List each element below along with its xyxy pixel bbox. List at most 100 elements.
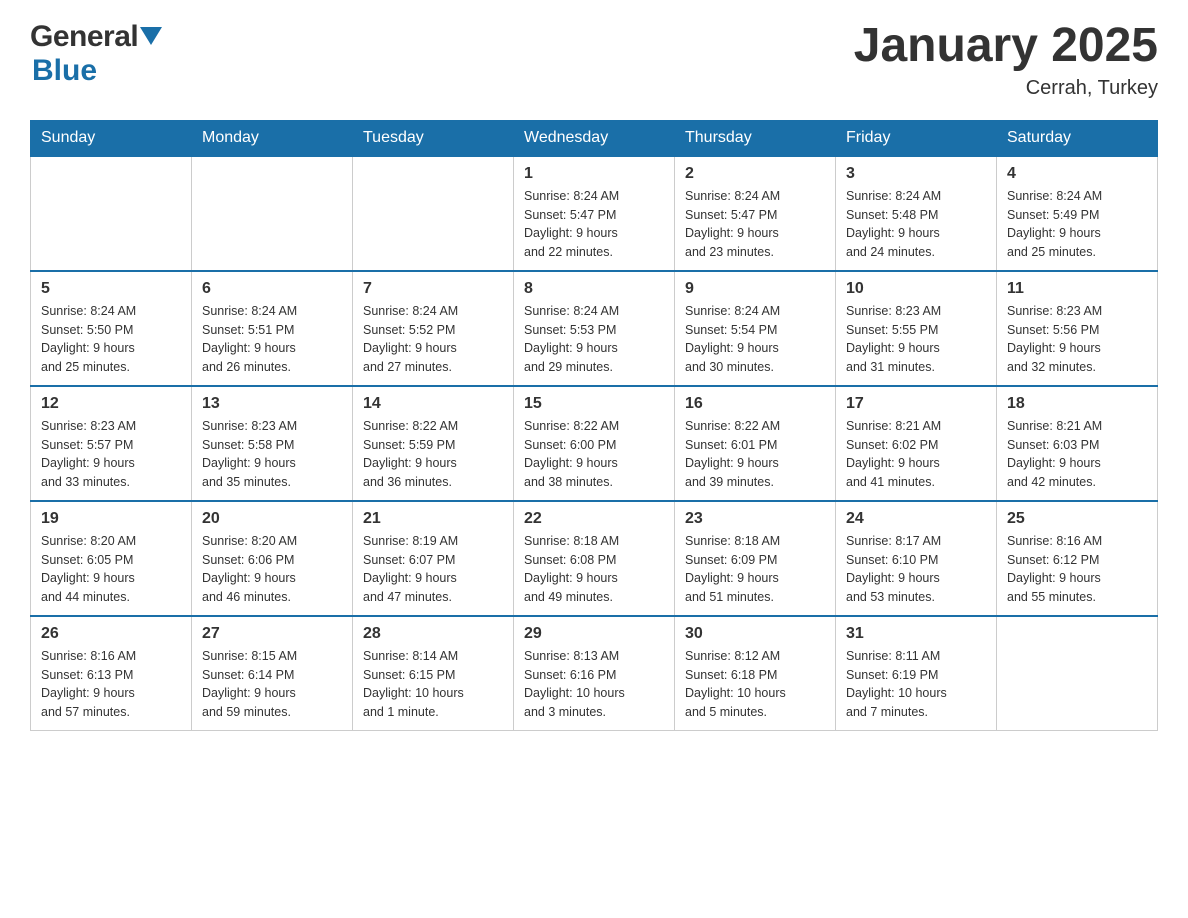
week-row-1: 1 Sunrise: 8:24 AM Sunset: 5:47 PM Daylig… [31, 156, 1158, 271]
column-header-saturday: Saturday [997, 120, 1158, 156]
day-info: Sunrise: 8:21 AM Sunset: 6:02 PM Dayligh… [846, 417, 986, 492]
calendar-cell: 28 Sunrise: 8:14 AM Sunset: 6:15 PM Dayli… [353, 616, 514, 731]
day-info: Sunrise: 8:22 AM Sunset: 6:01 PM Dayligh… [685, 417, 825, 492]
calendar-cell: 25Sunrise: 8:16 AM Sunset: 6:12 PM Dayli… [997, 501, 1158, 616]
day-number: 17 [846, 395, 986, 413]
day-number: 3 [846, 165, 986, 183]
calendar-header-row: SundayMondayTuesdayWednesdayThursdayFrid… [31, 120, 1158, 156]
calendar-title: January 2025 [854, 20, 1158, 73]
day-info: Sunrise: 8:16 AM Sunset: 6:12 PM Dayligh… [1007, 532, 1147, 607]
day-info: Sunrise: 8:11 AM Sunset: 6:19 PM Dayligh… [846, 647, 986, 722]
day-info: Sunrise: 8:23 AM Sunset: 5:57 PM Dayligh… [41, 417, 181, 492]
column-header-thursday: Thursday [675, 120, 836, 156]
day-info: Sunrise: 8:24 AM Sunset: 5:49 PM Dayligh… [1007, 187, 1147, 262]
day-info: Sunrise: 8:17 AM Sunset: 6:10 PM Dayligh… [846, 532, 986, 607]
calendar-cell: 14 Sunrise: 8:22 AM Sunset: 5:59 PM Dayli… [353, 386, 514, 501]
day-number: 23 [685, 510, 825, 528]
column-header-tuesday: Tuesday [353, 120, 514, 156]
day-info: Sunrise: 8:24 AM Sunset: 5:47 PM Dayligh… [524, 187, 664, 262]
day-info: Sunrise: 8:18 AM Sunset: 6:09 PM Dayligh… [685, 532, 825, 607]
logo-blue-text: Blue [32, 54, 97, 88]
column-header-wednesday: Wednesday [514, 120, 675, 156]
day-info: Sunrise: 8:23 AM Sunset: 5:55 PM Dayligh… [846, 302, 986, 377]
column-header-friday: Friday [836, 120, 997, 156]
day-number: 6 [202, 280, 342, 298]
day-info: Sunrise: 8:24 AM Sunset: 5:50 PM Dayligh… [41, 302, 181, 377]
calendar-cell: 24 Sunrise: 8:17 AM Sunset: 6:10 PM Dayli… [836, 501, 997, 616]
day-number: 19 [41, 510, 181, 528]
day-number: 4 [1007, 165, 1147, 183]
day-number: 13 [202, 395, 342, 413]
day-info: Sunrise: 8:22 AM Sunset: 5:59 PM Dayligh… [363, 417, 503, 492]
day-info: Sunrise: 8:13 AM Sunset: 6:16 PM Dayligh… [524, 647, 664, 722]
week-row-5: 26Sunrise: 8:16 AM Sunset: 6:13 PM Dayli… [31, 616, 1158, 731]
day-number: 9 [685, 280, 825, 298]
calendar-cell: 5 Sunrise: 8:24 AM Sunset: 5:50 PM Daylig… [31, 271, 192, 386]
day-info: Sunrise: 8:14 AM Sunset: 6:15 PM Dayligh… [363, 647, 503, 722]
day-number: 21 [363, 510, 503, 528]
day-info: Sunrise: 8:23 AM Sunset: 5:58 PM Dayligh… [202, 417, 342, 492]
day-number: 27 [202, 625, 342, 643]
day-info: Sunrise: 8:24 AM Sunset: 5:51 PM Dayligh… [202, 302, 342, 377]
day-info: Sunrise: 8:24 AM Sunset: 5:47 PM Dayligh… [685, 187, 825, 262]
day-number: 10 [846, 280, 986, 298]
day-info: Sunrise: 8:12 AM Sunset: 6:18 PM Dayligh… [685, 647, 825, 722]
day-info: Sunrise: 8:22 AM Sunset: 6:00 PM Dayligh… [524, 417, 664, 492]
day-info: Sunrise: 8:24 AM Sunset: 5:52 PM Dayligh… [363, 302, 503, 377]
day-number: 8 [524, 280, 664, 298]
calendar-cell: 21 Sunrise: 8:19 AM Sunset: 6:07 PM Dayli… [353, 501, 514, 616]
calendar-cell: 18 Sunrise: 8:21 AM Sunset: 6:03 PM Dayli… [997, 386, 1158, 501]
calendar-cell: 7 Sunrise: 8:24 AM Sunset: 5:52 PM Daylig… [353, 271, 514, 386]
day-number: 15 [524, 395, 664, 413]
calendar-cell: 29 Sunrise: 8:13 AM Sunset: 6:16 PM Dayli… [514, 616, 675, 731]
day-number: 7 [363, 280, 503, 298]
title-block: January 2025 Cerrah, Turkey [854, 20, 1158, 100]
logo-arrow-icon [140, 27, 162, 49]
week-row-4: 19 Sunrise: 8:20 AM Sunset: 6:05 PM Dayli… [31, 501, 1158, 616]
calendar-table: SundayMondayTuesdayWednesdayThursdayFrid… [30, 120, 1158, 731]
day-number: 18 [1007, 395, 1147, 413]
column-header-monday: Monday [192, 120, 353, 156]
day-info: Sunrise: 8:19 AM Sunset: 6:07 PM Dayligh… [363, 532, 503, 607]
day-info: Sunrise: 8:20 AM Sunset: 6:06 PM Dayligh… [202, 532, 342, 607]
logo: General Blue [30, 20, 162, 88]
day-number: 14 [363, 395, 503, 413]
day-info: Sunrise: 8:21 AM Sunset: 6:03 PM Dayligh… [1007, 417, 1147, 492]
calendar-cell: 16Sunrise: 8:22 AM Sunset: 6:01 PM Dayli… [675, 386, 836, 501]
logo-general-text: General [30, 20, 138, 54]
column-header-sunday: Sunday [31, 120, 192, 156]
calendar-cell: 22Sunrise: 8:18 AM Sunset: 6:08 PM Dayli… [514, 501, 675, 616]
day-number: 29 [524, 625, 664, 643]
calendar-cell: 2 Sunrise: 8:24 AM Sunset: 5:47 PM Daylig… [675, 156, 836, 271]
day-number: 1 [524, 165, 664, 183]
day-info: Sunrise: 8:20 AM Sunset: 6:05 PM Dayligh… [41, 532, 181, 607]
day-info: Sunrise: 8:18 AM Sunset: 6:08 PM Dayligh… [524, 532, 664, 607]
week-row-3: 12Sunrise: 8:23 AM Sunset: 5:57 PM Dayli… [31, 386, 1158, 501]
day-info: Sunrise: 8:24 AM Sunset: 5:48 PM Dayligh… [846, 187, 986, 262]
day-number: 30 [685, 625, 825, 643]
calendar-cell: 17 Sunrise: 8:21 AM Sunset: 6:02 PM Dayli… [836, 386, 997, 501]
calendar-cell: 26Sunrise: 8:16 AM Sunset: 6:13 PM Dayli… [31, 616, 192, 731]
calendar-cell: 8Sunrise: 8:24 AM Sunset: 5:53 PM Daylig… [514, 271, 675, 386]
day-number: 26 [41, 625, 181, 643]
calendar-subtitle: Cerrah, Turkey [854, 77, 1158, 100]
calendar-cell: 6 Sunrise: 8:24 AM Sunset: 5:51 PM Daylig… [192, 271, 353, 386]
calendar-cell: 3 Sunrise: 8:24 AM Sunset: 5:48 PM Daylig… [836, 156, 997, 271]
calendar-cell: 12Sunrise: 8:23 AM Sunset: 5:57 PM Dayli… [31, 386, 192, 501]
day-number: 2 [685, 165, 825, 183]
day-number: 31 [846, 625, 986, 643]
calendar-cell: 27 Sunrise: 8:15 AM Sunset: 6:14 PM Dayli… [192, 616, 353, 731]
calendar-cell [353, 156, 514, 271]
day-info: Sunrise: 8:15 AM Sunset: 6:14 PM Dayligh… [202, 647, 342, 722]
calendar-cell: 23 Sunrise: 8:18 AM Sunset: 6:09 PM Dayli… [675, 501, 836, 616]
day-number: 5 [41, 280, 181, 298]
calendar-cell: 31 Sunrise: 8:11 AM Sunset: 6:19 PM Dayli… [836, 616, 997, 731]
day-number: 11 [1007, 280, 1147, 298]
day-number: 28 [363, 625, 503, 643]
day-number: 24 [846, 510, 986, 528]
day-info: Sunrise: 8:24 AM Sunset: 5:54 PM Dayligh… [685, 302, 825, 377]
day-info: Sunrise: 8:23 AM Sunset: 5:56 PM Dayligh… [1007, 302, 1147, 377]
calendar-cell: 11 Sunrise: 8:23 AM Sunset: 5:56 PM Dayli… [997, 271, 1158, 386]
calendar-cell: 9 Sunrise: 8:24 AM Sunset: 5:54 PM Daylig… [675, 271, 836, 386]
calendar-cell: 19 Sunrise: 8:20 AM Sunset: 6:05 PM Dayli… [31, 501, 192, 616]
